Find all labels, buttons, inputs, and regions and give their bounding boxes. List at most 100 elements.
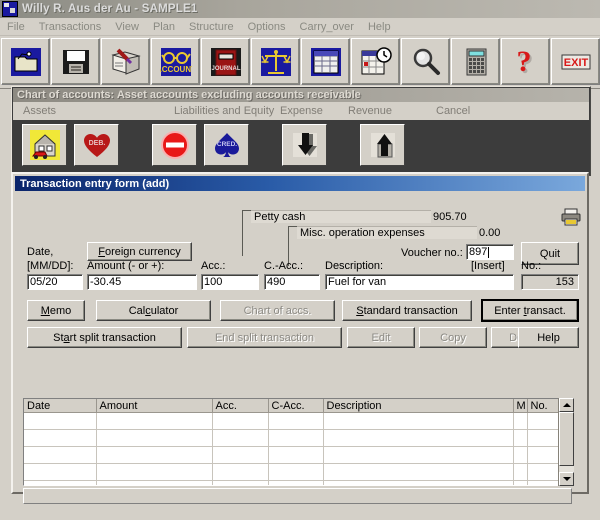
contra-account-label: C.-Acc.: xyxy=(264,260,304,272)
date-field[interactable]: 05/20 xyxy=(27,274,83,290)
spade-credit-icon: CRED. xyxy=(212,130,242,160)
voucher-label: Voucher no.: xyxy=(401,247,463,259)
cell xyxy=(513,480,528,485)
grid-col-description[interactable]: Description xyxy=(323,399,514,413)
cell xyxy=(323,446,514,464)
printer-icon[interactable] xyxy=(561,208,581,226)
voucher-field[interactable]: 897 xyxy=(466,244,514,260)
help-button[interactable]: ? ? xyxy=(501,38,550,85)
svg-text:ACCOUNT: ACCOUNT xyxy=(160,65,192,74)
scroll-up-button[interactable] xyxy=(559,398,574,412)
grid-col-date[interactable]: Date xyxy=(24,399,97,413)
cell xyxy=(96,412,213,430)
chart-of-accounts-menu: Assets Liabilities and Equity Expense Re… xyxy=(13,102,589,120)
spreadsheet-icon xyxy=(310,46,342,78)
credit-account-balance: 0.00 xyxy=(479,227,501,239)
ledger-icon xyxy=(2,1,18,17)
write-book-icon xyxy=(110,46,142,78)
transaction-form-title: Transaction entry form (add) xyxy=(15,176,585,191)
coa-menu-assets[interactable]: Assets xyxy=(19,105,170,117)
journal-button[interactable]: JOURNAL xyxy=(201,38,250,85)
edit-button: Edit xyxy=(347,327,415,348)
standard-transaction-button[interactable]: Standard transaction xyxy=(342,300,472,321)
application-window: Willy R. Aus der Au - SAMPLE1 File Trans… xyxy=(0,0,600,520)
save-file-button[interactable] xyxy=(51,38,100,85)
cell xyxy=(323,463,514,481)
menu-item-view[interactable]: View xyxy=(108,20,146,34)
grid-col-acc[interactable]: Acc. xyxy=(212,399,269,413)
table-row[interactable] xyxy=(24,429,571,447)
chart-of-accounts-toolbar: DEB. CRED. xyxy=(13,120,589,173)
scroll-down-button[interactable] xyxy=(559,472,574,486)
debit-account-name: Petty cash xyxy=(251,210,431,223)
journal-entry-button[interactable] xyxy=(101,38,150,85)
debit-button[interactable]: DEB. xyxy=(74,124,119,166)
menu-bar: File Transactions View Plan Structure Op… xyxy=(0,18,600,36)
cancel-button[interactable] xyxy=(152,124,197,166)
calculator-button[interactable]: Calculator xyxy=(96,300,211,321)
description-field[interactable]: Fuel for van xyxy=(325,274,514,290)
cell xyxy=(96,446,213,464)
contra-account-field[interactable]: 490 xyxy=(264,274,320,290)
grid-footer-strip xyxy=(23,488,572,504)
menu-item-carry-over[interactable]: Carry_over xyxy=(293,20,361,34)
credit-bracket-top xyxy=(288,226,297,228)
cell xyxy=(24,412,97,430)
end-split-transaction-button: End split transaction xyxy=(187,327,342,348)
window-title-bar: Willy R. Aus der Au - SAMPLE1 xyxy=(0,0,600,18)
credit-button[interactable]: CRED. xyxy=(204,124,249,166)
menu-item-structure[interactable]: Structure xyxy=(182,20,241,34)
coa-menu-revenue[interactable]: Revenue xyxy=(344,105,432,117)
search-button[interactable] xyxy=(401,38,450,85)
accounts-button[interactable]: ACCOUNT xyxy=(151,38,200,85)
table-row[interactable] xyxy=(24,412,571,430)
calculator-icon xyxy=(460,46,492,78)
credit-account-name: Misc. operation expenses xyxy=(297,226,477,239)
grid-scrollbar[interactable] xyxy=(558,398,574,486)
menu-item-transactions[interactable]: Transactions xyxy=(32,20,109,34)
scrollbar-thumb[interactable] xyxy=(559,412,574,466)
debit-account-balance: 905.70 xyxy=(433,211,467,223)
cell xyxy=(323,429,514,447)
amount-field[interactable]: -30.45 xyxy=(87,274,197,290)
menu-item-options[interactable]: Options xyxy=(241,20,293,34)
assets-button[interactable] xyxy=(22,124,67,166)
svg-text:EXIT: EXIT xyxy=(563,57,588,69)
calendar-button[interactable] xyxy=(351,38,400,85)
transaction-entry-form-window: Transaction entry form (add) Petty cash … xyxy=(11,172,589,504)
chart-of-accounts-title: Chart of accounts: Asset accounts exclud… xyxy=(13,88,589,102)
help-button[interactable]: Help xyxy=(518,327,579,348)
coa-menu-expense[interactable]: Expense xyxy=(276,105,344,117)
coa-menu-liabilities[interactable]: Liabilities and Equity xyxy=(170,105,276,117)
calculator-button[interactable] xyxy=(451,38,500,85)
grid-col-cacc[interactable]: C-Acc. xyxy=(268,399,324,413)
cell xyxy=(212,412,269,430)
account-label: Acc.: xyxy=(201,260,226,272)
cell xyxy=(268,446,324,464)
open-file-button[interactable] xyxy=(1,38,50,85)
balance-sheet-button[interactable] xyxy=(251,38,300,85)
exit-button[interactable]: EXIT xyxy=(551,38,600,85)
start-split-transaction-button[interactable]: Start split transaction xyxy=(27,327,182,348)
memo-button[interactable]: Memo xyxy=(27,300,85,321)
coa-menu-cancel[interactable]: Cancel xyxy=(432,105,474,117)
foreign-currency-button[interactable]: Foreign currency xyxy=(87,242,192,261)
account-field[interactable]: 100 xyxy=(201,274,259,290)
enter-transaction-button[interactable]: Enter transact. xyxy=(481,299,579,322)
heart-debit-icon: DEB. xyxy=(82,130,112,160)
grid-col-m[interactable]: M xyxy=(513,399,528,413)
table-row[interactable] xyxy=(24,480,571,485)
move-up-button[interactable] xyxy=(360,124,405,166)
calendar-clock-icon xyxy=(360,46,392,78)
menu-item-file[interactable]: File xyxy=(0,20,32,34)
cell xyxy=(513,446,528,464)
menu-item-plan[interactable]: Plan xyxy=(146,20,182,34)
move-down-button[interactable] xyxy=(282,124,327,166)
menu-item-help[interactable]: Help xyxy=(361,20,398,34)
chart-of-accounts-window: Chart of accounts: Asset accounts exclud… xyxy=(11,86,591,176)
spreadsheet-button[interactable] xyxy=(301,38,350,85)
grid-col-amount[interactable]: Amount xyxy=(96,399,213,413)
table-row[interactable] xyxy=(24,446,571,464)
table-row[interactable] xyxy=(24,463,571,481)
question-mark-icon: ? ? xyxy=(510,45,542,80)
